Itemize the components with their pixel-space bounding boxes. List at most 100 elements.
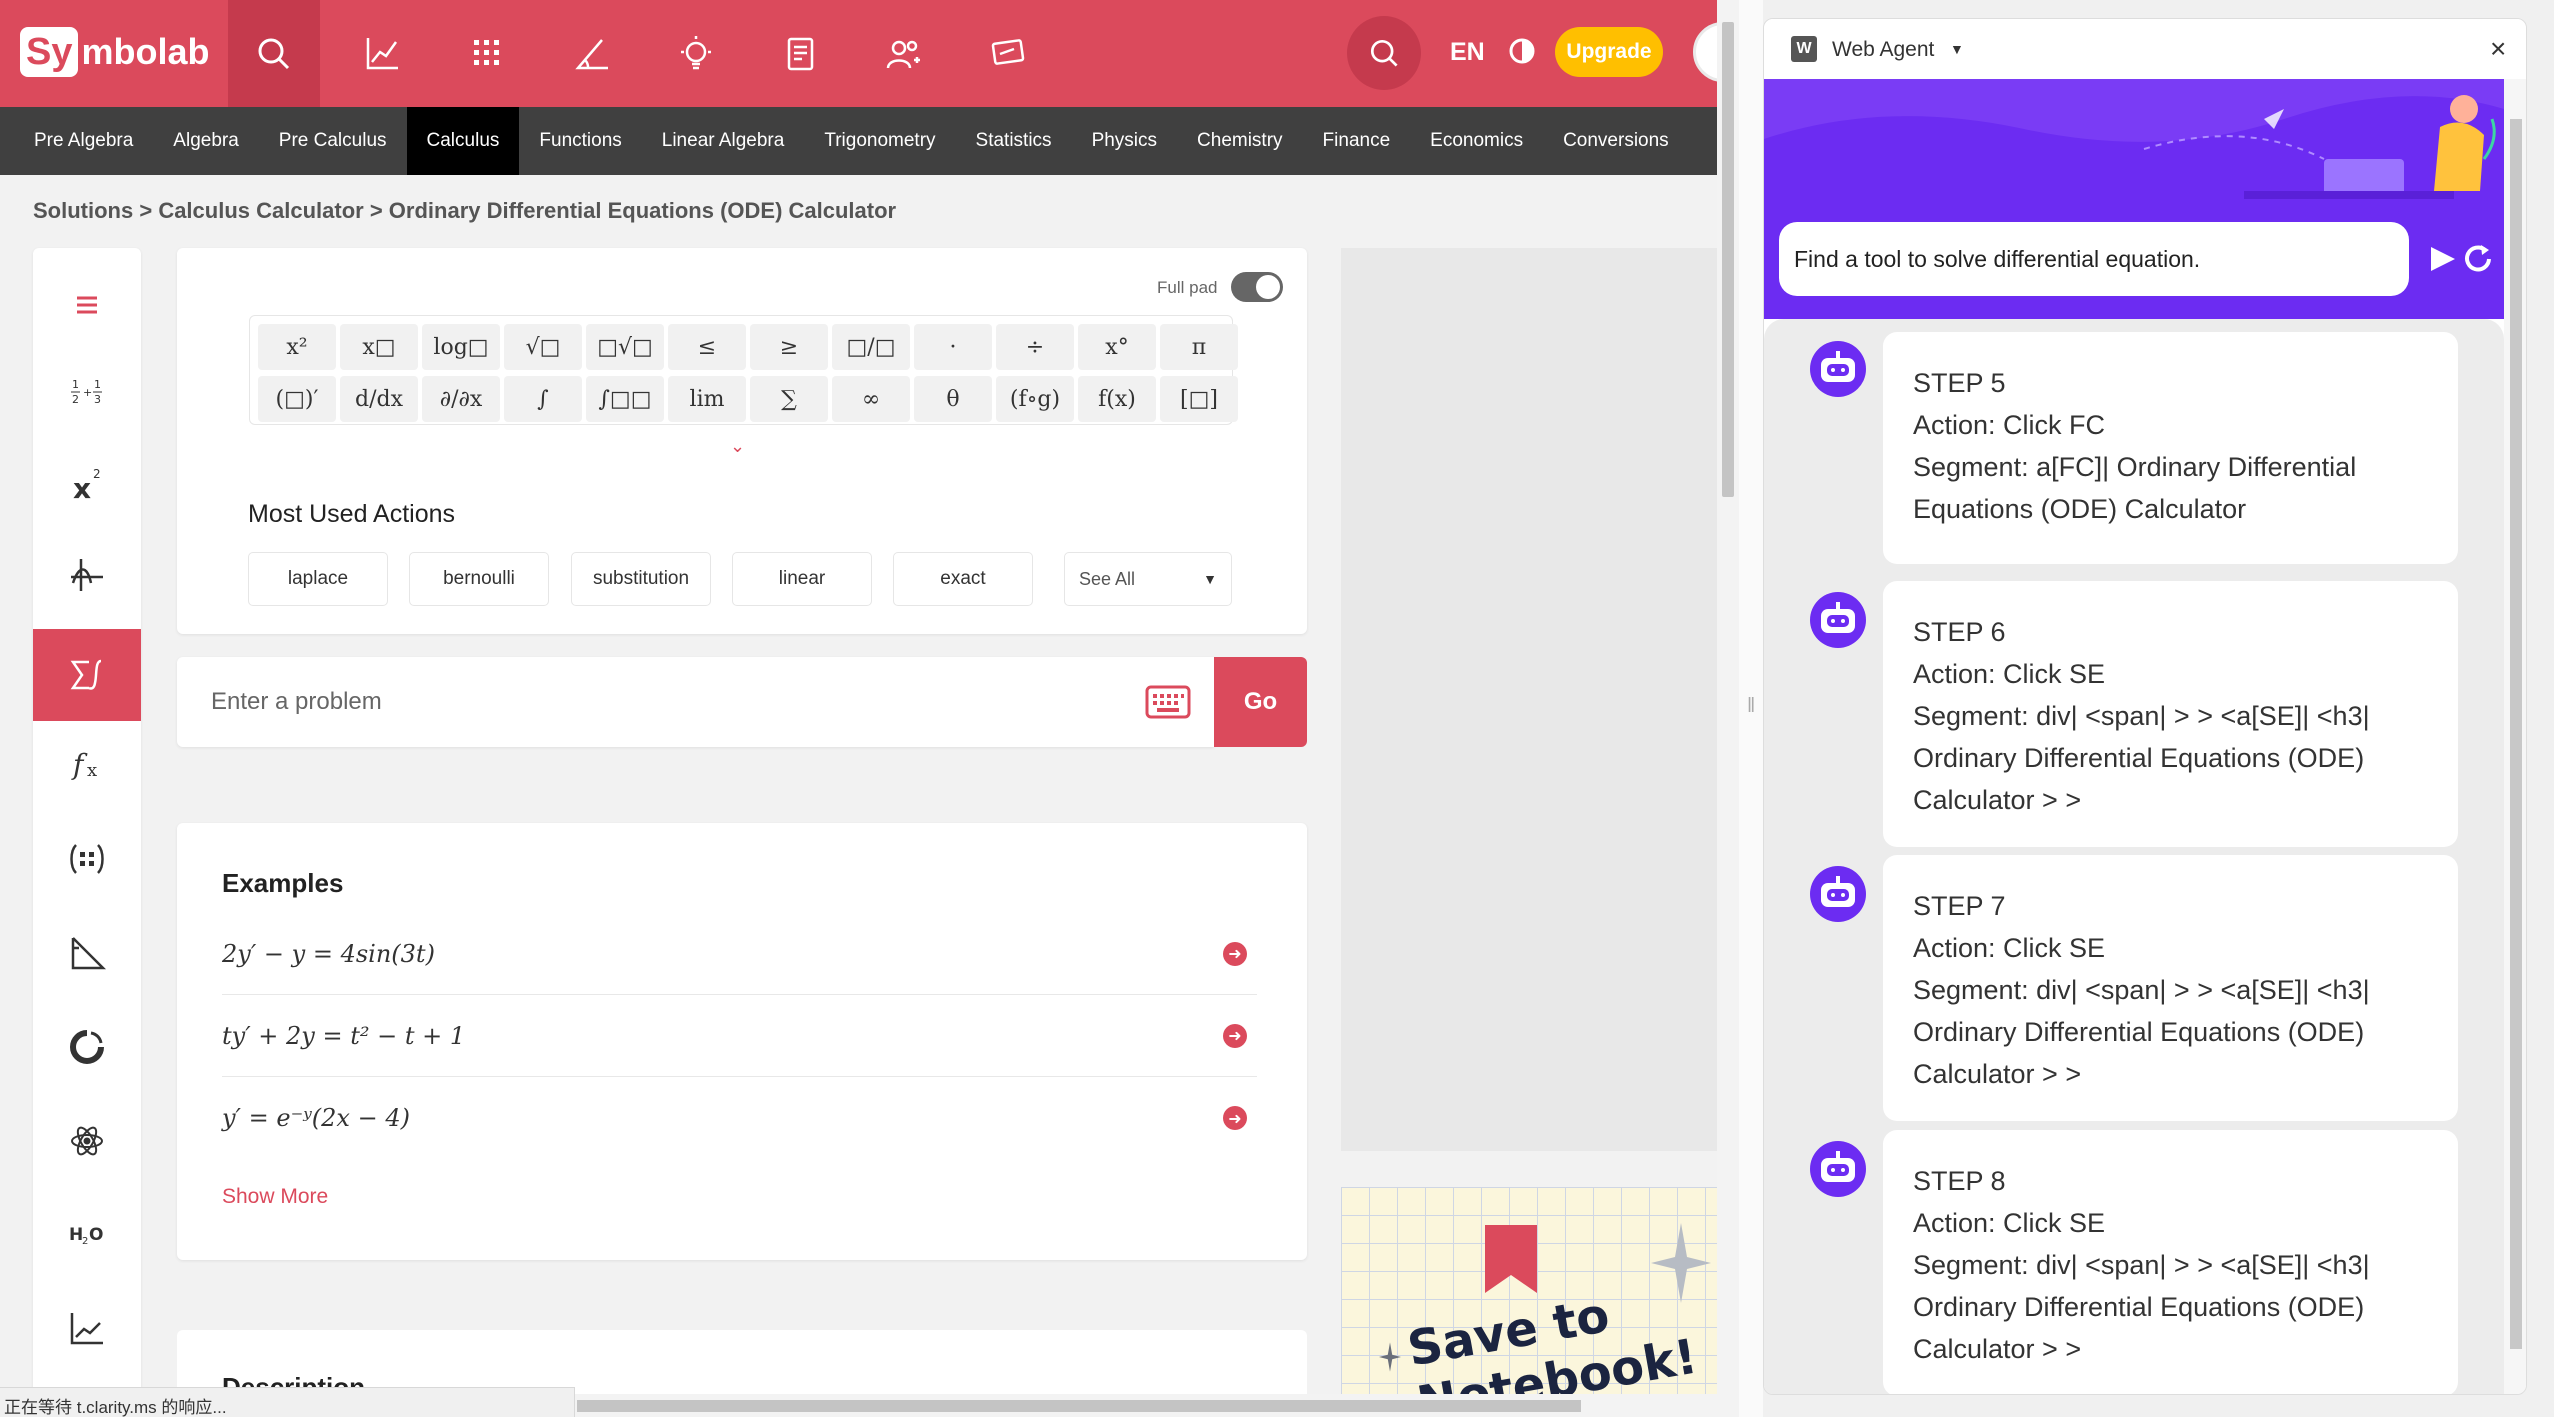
action-linear-button[interactable]: linear: [732, 552, 872, 606]
matrix-icon[interactable]: [33, 813, 141, 905]
key-infinity[interactable]: ∞: [832, 376, 910, 422]
chalkboard-icon[interactable]: [962, 0, 1054, 107]
key-dot[interactable]: ·: [914, 324, 992, 370]
caret-down-icon[interactable]: ▼: [1950, 41, 1964, 57]
problem-input[interactable]: [177, 657, 1127, 747]
action-bernoulli-button[interactable]: bernoulli: [409, 552, 549, 606]
close-icon[interactable]: ×: [2490, 33, 2506, 65]
upgrade-button[interactable]: Upgrade: [1555, 27, 1663, 77]
scrollbar-thumb[interactable]: [577, 1400, 1581, 1412]
notebook-icon[interactable]: [754, 0, 846, 107]
language-selector[interactable]: EN: [1450, 38, 1485, 67]
arrow-right-icon[interactable]: ➜: [1223, 1023, 1247, 1048]
see-all-dropdown[interactable]: See All ▼: [1064, 552, 1232, 606]
calculator-icon[interactable]: [440, 0, 532, 107]
site-search-button[interactable]: [1347, 16, 1421, 90]
breadcrumb-ode-calculator[interactable]: Ordinary Differential Equations (ODE) Ca…: [389, 198, 896, 223]
geometry-icon[interactable]: [546, 0, 638, 107]
key-function[interactable]: f(x): [1078, 376, 1156, 422]
chevron-down-icon[interactable]: ⌄: [730, 436, 745, 457]
fractions-icon[interactable]: 1 2 +1 3: [33, 346, 141, 438]
play-icon[interactable]: [2427, 244, 2457, 274]
key-geq[interactable]: ≥: [750, 324, 828, 370]
step-number: STEP 8: [1913, 1166, 2006, 1196]
example-row[interactable]: 2y′ − y = 4sin(3t) ➜: [222, 913, 1257, 995]
key-matrix[interactable]: [□]: [1160, 376, 1238, 422]
svg-text:3: 3: [94, 393, 101, 406]
lightbulb-icon[interactable]: [650, 0, 742, 107]
refresh-icon[interactable]: [2461, 242, 2495, 276]
example-row[interactable]: ty′ + 2y = t² − t + 1 ➜: [222, 995, 1257, 1077]
key-nth-root[interactable]: □√□: [586, 324, 664, 370]
breadcrumb-solutions[interactable]: Solutions: [33, 198, 133, 223]
key-power[interactable]: x□: [340, 324, 418, 370]
subnav-finance[interactable]: Finance: [1303, 107, 1411, 175]
key-sum[interactable]: ∑: [750, 376, 828, 422]
go-button[interactable]: Go: [1214, 657, 1307, 747]
drag-handle-icon[interactable]: ‖: [1747, 695, 1755, 718]
sigma-calculus-icon[interactable]: [33, 629, 141, 721]
action-exact-button[interactable]: exact: [893, 552, 1033, 606]
show-more-link[interactable]: Show More: [222, 1185, 328, 1209]
triangle-icon[interactable]: [33, 908, 141, 1000]
graph-icon[interactable]: [336, 0, 428, 107]
vertical-scrollbar[interactable]: [1717, 0, 1739, 1417]
key-leq[interactable]: ≤: [668, 324, 746, 370]
key-fraction[interactable]: □/□: [832, 324, 910, 370]
key-limit[interactable]: lim: [668, 376, 746, 422]
power-icon[interactable]: x2: [33, 438, 141, 530]
line-chart-icon[interactable]: [33, 1283, 141, 1375]
key-partial[interactable]: ∂/∂x: [422, 376, 500, 422]
horizontal-scrollbar[interactable]: [575, 1394, 1717, 1417]
action-substitution-button[interactable]: substitution: [571, 552, 711, 606]
search-icon[interactable]: [228, 0, 320, 107]
contrast-icon[interactable]: [1507, 36, 1537, 66]
scrollbar-thumb[interactable]: [1722, 22, 1734, 497]
chemistry-icon[interactable]: H2O: [33, 1188, 141, 1280]
key-definite-integral[interactable]: ∫□□: [586, 376, 664, 422]
subnav-conversions[interactable]: Conversions: [1543, 107, 1689, 175]
key-divide[interactable]: ÷: [996, 324, 1074, 370]
integral-limits-icon[interactable]: [33, 529, 141, 621]
agent-scrollbar[interactable]: [2504, 79, 2526, 1394]
subnav-pre-calculus[interactable]: Pre Calculus: [259, 107, 407, 175]
key-square[interactable]: x²: [258, 324, 336, 370]
subnav-pre-algebra[interactable]: Pre Algebra: [14, 107, 153, 175]
arrow-right-icon[interactable]: ➜: [1223, 1106, 1247, 1130]
key-integral[interactable]: ∫: [504, 376, 582, 422]
subnav-economics[interactable]: Economics: [1410, 107, 1543, 175]
key-theta[interactable]: θ: [914, 376, 992, 422]
symbolab-logo[interactable]: Sy mbolab: [20, 27, 210, 77]
keyboard-icon[interactable]: [1145, 685, 1191, 719]
subnav-statistics[interactable]: Statistics: [956, 107, 1072, 175]
atom-icon[interactable]: [33, 1095, 141, 1187]
function-icon[interactable]: fx: [33, 718, 141, 810]
users-icon[interactable]: [858, 0, 950, 107]
key-degree[interactable]: x°: [1078, 324, 1156, 370]
key-sqrt[interactable]: √□: [504, 324, 582, 370]
key-composition[interactable]: (f∘g): [996, 376, 1074, 422]
menu-icon[interactable]: [33, 259, 141, 351]
subnav-algebra[interactable]: Algebra: [153, 107, 259, 175]
agent-query-input[interactable]: [1779, 222, 2409, 296]
avatar[interactable]: [1693, 22, 1717, 82]
subnav-calculus[interactable]: Calculus: [406, 107, 520, 175]
save-to-notebook-ad[interactable]: Save to Notebook!: [1341, 1187, 1717, 1417]
key-log[interactable]: log□: [422, 324, 500, 370]
key-derivative[interactable]: d/dx: [340, 376, 418, 422]
chart-icon[interactable]: [33, 1001, 141, 1093]
subnav-functions[interactable]: Functions: [519, 107, 641, 175]
breadcrumb-calculus-calculator[interactable]: Calculus Calculator: [158, 198, 363, 223]
key-pi[interactable]: π: [1160, 324, 1238, 370]
arrow-right-icon[interactable]: ➜: [1223, 941, 1247, 966]
full-pad-toggle[interactable]: [1231, 272, 1283, 302]
key-prime[interactable]: (□)′: [258, 376, 336, 422]
subnav-linear-algebra[interactable]: Linear Algebra: [642, 107, 805, 175]
example-row[interactable]: y′ = e⁻ʸ(2x − 4) ➜: [222, 1077, 1257, 1159]
action-laplace-button[interactable]: laplace: [248, 552, 388, 606]
subnav-chemistry[interactable]: Chemistry: [1177, 107, 1303, 175]
subnav-trigonometry[interactable]: Trigonometry: [804, 107, 955, 175]
scrollbar-thumb[interactable]: [2510, 119, 2522, 1349]
subnav-physics[interactable]: Physics: [1072, 107, 1177, 175]
examples-card: Examples 2y′ − y = 4sin(3t) ➜ ty′ + 2y =…: [177, 823, 1307, 1260]
